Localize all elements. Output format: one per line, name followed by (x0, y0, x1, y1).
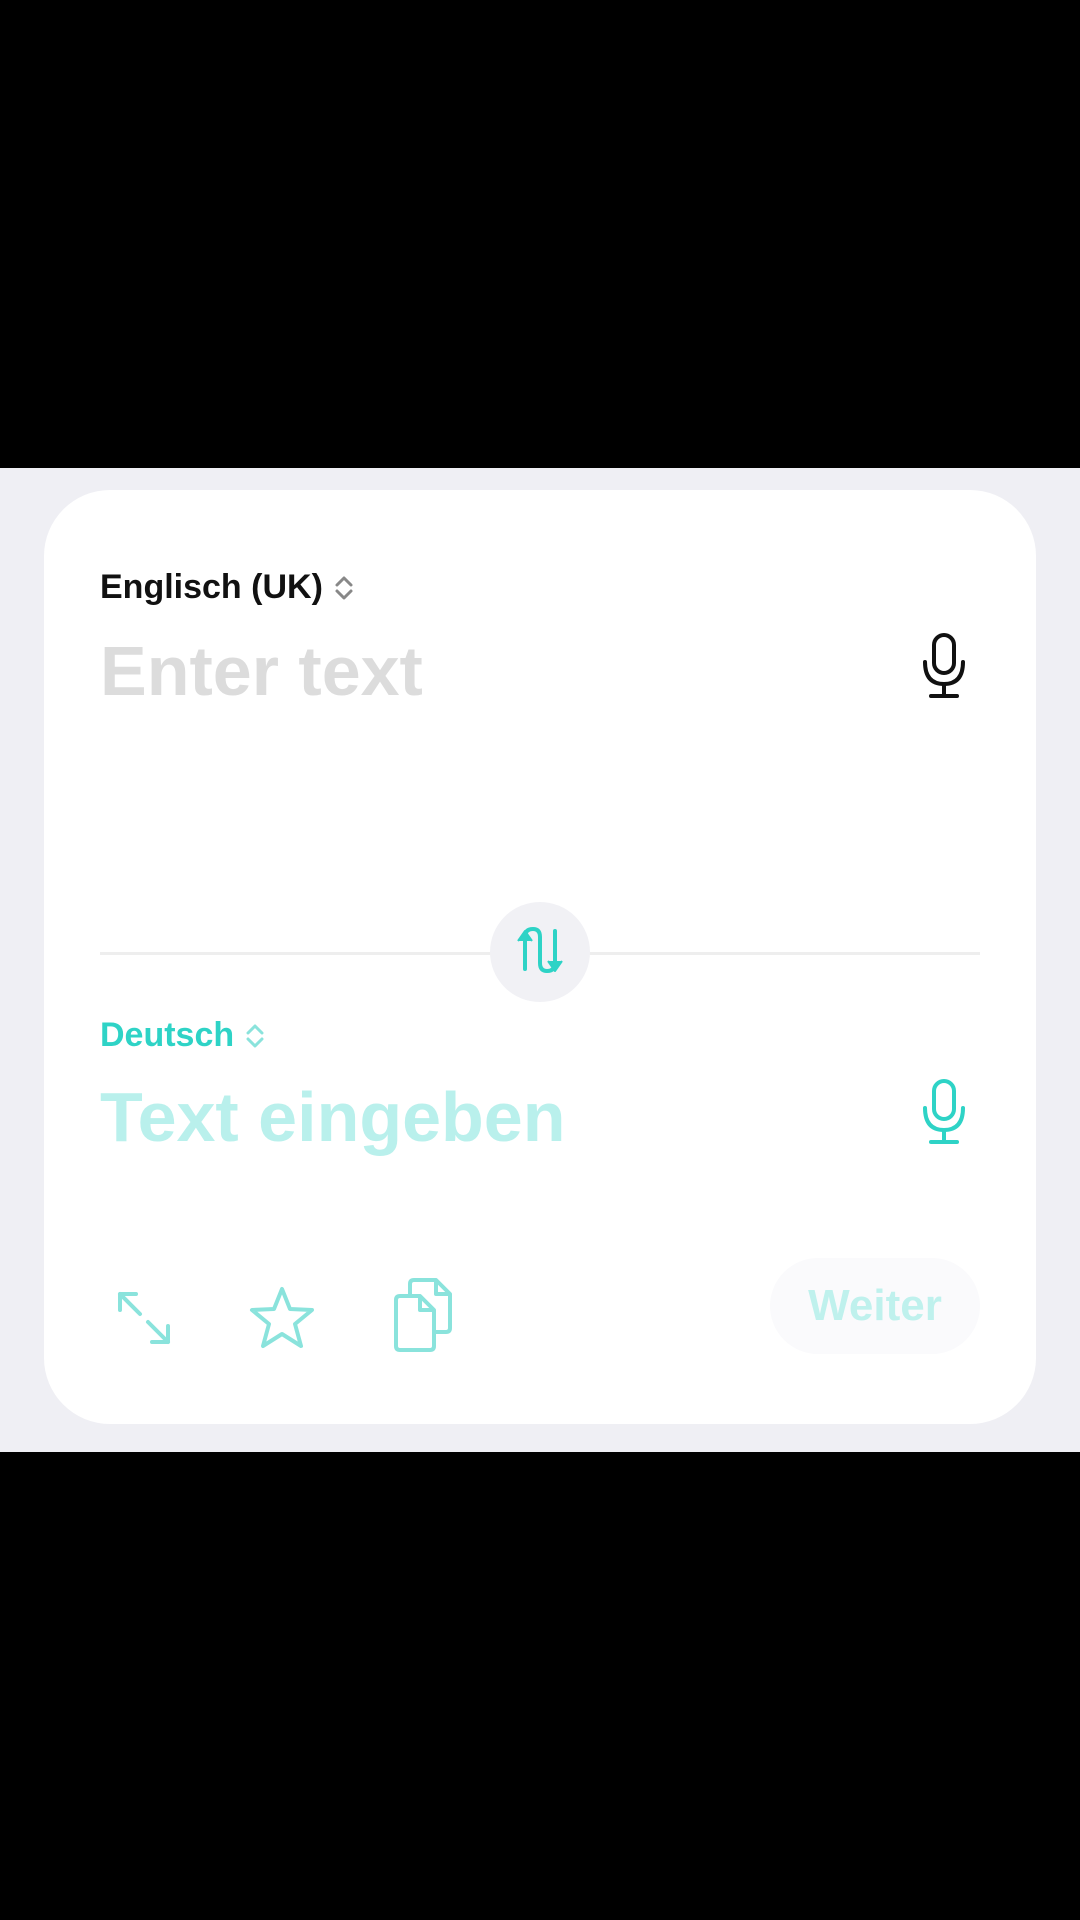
expand-icon (112, 1286, 176, 1355)
target-language-label: Deutsch (100, 1016, 235, 1054)
expand-button[interactable] (104, 1280, 184, 1360)
star-icon (248, 1285, 316, 1356)
translator-screen: Englisch (UK) Enter text Deutsch Text ei… (0, 468, 1080, 1452)
target-language-selector[interactable]: Deutsch (100, 1016, 266, 1055)
swap-arrows-icon (515, 925, 565, 980)
microphone-icon (920, 1078, 968, 1151)
chevron-up-down-icon (244, 1020, 266, 1052)
source-text-input[interactable] (100, 626, 880, 716)
chevron-up-down-icon (333, 572, 355, 604)
microphone-icon (920, 632, 968, 705)
letterbox-bottom (0, 1452, 1080, 1920)
letterbox-top (0, 0, 1080, 468)
favorite-button[interactable] (242, 1280, 322, 1360)
target-text-input[interactable] (100, 1072, 880, 1162)
source-mic-button[interactable] (914, 630, 974, 706)
swap-languages-button[interactable] (490, 902, 590, 1002)
source-language-selector[interactable]: Englisch (UK) (100, 568, 355, 607)
paste-documents-icon (392, 1276, 456, 1357)
next-button[interactable]: Weiter (770, 1258, 980, 1354)
target-mic-button[interactable] (914, 1076, 974, 1152)
translation-card: Englisch (UK) Enter text Deutsch Text ei… (44, 490, 1036, 1424)
source-language-label: Englisch (UK) (100, 568, 323, 606)
paste-button[interactable] (384, 1276, 464, 1356)
